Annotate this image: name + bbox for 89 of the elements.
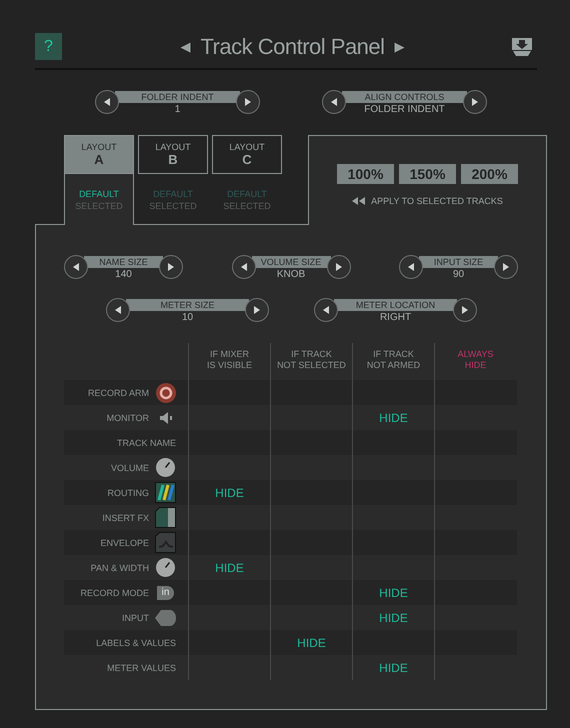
stepper-label: VOLUME SIZE xyxy=(252,256,330,268)
stepper-label: NAME SIZE xyxy=(84,256,163,268)
stepper-value: 10 xyxy=(182,311,194,324)
row-label: INPUT xyxy=(122,612,149,622)
left-triangle-icon xyxy=(240,263,246,271)
insert-fx-icon xyxy=(155,507,176,528)
row-label: RECORD ARM xyxy=(88,388,149,398)
stepper-value: KNOB xyxy=(276,268,306,281)
increase-button[interactable] xyxy=(245,298,269,322)
previous-button[interactable]: ◀ xyxy=(178,39,192,54)
routing-icon xyxy=(155,482,176,503)
decrease-button[interactable] xyxy=(322,90,346,114)
stepper-value: 90 xyxy=(452,268,464,281)
layout-tab[interactable]: LAYOUT A xyxy=(64,135,134,174)
panel-title: Track Control Panel xyxy=(200,34,385,60)
left-triangle-icon xyxy=(323,306,329,314)
stepper-value: RIGHT xyxy=(380,311,412,324)
column-header: ALWAYS HIDE xyxy=(458,349,494,371)
download-icon[interactable] xyxy=(510,36,533,56)
left-triangle-icon xyxy=(331,98,337,106)
stepper-label: FOLDER INDENT xyxy=(115,91,240,103)
row-label: RECORD MODE xyxy=(80,588,149,598)
hide-label[interactable]: HIDE xyxy=(379,660,408,674)
right-triangle-icon xyxy=(245,98,251,106)
left-triangle-icon xyxy=(408,263,414,271)
column-header: IF TRACK NOT ARMED xyxy=(366,349,420,371)
stepper-value: FOLDER INDENT xyxy=(364,103,445,116)
scale-button[interactable]: 100% xyxy=(337,164,394,184)
row-label: MONITOR xyxy=(106,412,149,422)
row-label: LABELS & VALUES xyxy=(96,638,176,648)
input-icon xyxy=(155,608,176,626)
hide-label[interactable]: HIDE xyxy=(379,586,408,600)
record-mode-icon: in xyxy=(156,586,174,600)
knob-icon xyxy=(156,458,175,477)
decrease-button[interactable] xyxy=(399,255,423,279)
scale-button[interactable]: 150% xyxy=(399,164,456,184)
stepper-label: METER SIZE xyxy=(126,299,249,311)
column-header: IF MIXER IS VISIBLE xyxy=(206,349,252,371)
increase-button[interactable] xyxy=(326,255,350,279)
stepper-value: 1 xyxy=(174,103,180,116)
stepper-label: INPUT SIZE xyxy=(419,256,498,268)
rewind-icon xyxy=(352,197,366,205)
row-label: TRACK NAME xyxy=(116,438,176,448)
left-triangle-icon xyxy=(73,263,79,271)
increase-button[interactable] xyxy=(463,90,487,114)
row-label: METER VALUES xyxy=(107,662,176,672)
help-button[interactable]: ? xyxy=(35,33,62,60)
stepper-label: ALIGN CONTROLS xyxy=(342,91,467,103)
row-label: INSERT FX xyxy=(102,512,149,522)
layout-tab[interactable]: LAYOUT B xyxy=(138,135,208,174)
hide-label[interactable]: HIDE xyxy=(379,410,408,424)
right-triangle-icon xyxy=(168,263,174,271)
stepper-value: 140 xyxy=(115,268,132,281)
increase-button[interactable] xyxy=(494,255,518,279)
default-label: DEFAULT xyxy=(79,188,119,200)
decrease-button[interactable] xyxy=(232,255,256,279)
row-label: PAN & WIDTH xyxy=(90,562,149,572)
hide-label[interactable]: HIDE xyxy=(297,636,326,650)
record-icon xyxy=(156,382,176,402)
right-triangle-icon xyxy=(462,306,468,314)
row-label: VOLUME xyxy=(110,462,149,472)
increase-button[interactable] xyxy=(453,298,477,322)
increase-button[interactable] xyxy=(159,255,183,279)
apply-label[interactable]: APPLY TO SELECTED TRACKS xyxy=(371,196,503,206)
hide-label[interactable]: HIDE xyxy=(215,486,244,500)
left-triangle-icon xyxy=(115,306,121,314)
layout-tab[interactable]: LAYOUT C xyxy=(212,135,282,174)
row-label: ROUTING xyxy=(108,488,149,498)
next-button[interactable]: ▶ xyxy=(392,39,407,54)
hide-label[interactable]: HIDE xyxy=(215,560,244,574)
knob-icon xyxy=(156,558,175,577)
speaker-icon xyxy=(160,412,172,424)
status-label: SELECTED xyxy=(223,200,271,212)
increase-button[interactable] xyxy=(236,90,260,114)
stepper-label: METER LOCATION xyxy=(334,299,457,311)
hide-label[interactable]: HIDE xyxy=(379,610,408,624)
scale-button[interactable]: 200% xyxy=(461,164,518,184)
left-triangle-icon xyxy=(104,98,110,106)
decrease-button[interactable] xyxy=(106,298,130,322)
right-triangle-icon xyxy=(336,263,342,271)
column-header: IF TRACK NOT SELECTED xyxy=(277,349,346,371)
right-triangle-icon xyxy=(472,98,478,106)
decrease-button[interactable] xyxy=(64,255,88,279)
right-triangle-icon xyxy=(503,263,509,271)
right-triangle-icon xyxy=(254,306,260,314)
row-label: ENVELOPE xyxy=(100,538,149,548)
status-label: SELECTED xyxy=(149,200,197,212)
decrease-button[interactable] xyxy=(95,90,119,114)
decrease-button[interactable] xyxy=(314,298,338,322)
